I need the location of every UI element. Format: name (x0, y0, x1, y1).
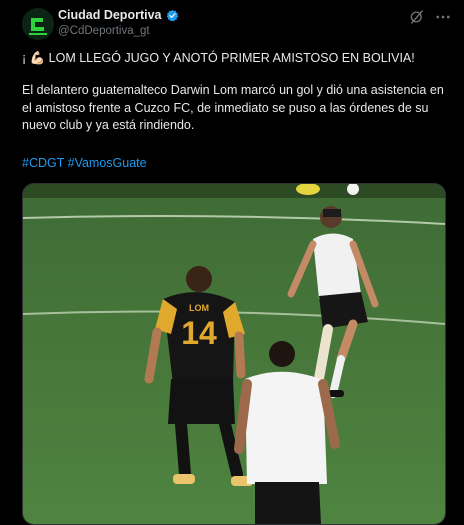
jersey-number: 14 (181, 315, 217, 351)
author-handle[interactable]: @CdDeportiva_gt (58, 25, 150, 37)
tweet-hashtags[interactable]: #CDGT #VamosGuate (22, 155, 450, 173)
author-avatar[interactable] (22, 8, 54, 40)
author-name[interactable]: Ciudad Deportiva (58, 8, 162, 22)
tweet-photo[interactable]: LOM 14 (22, 183, 446, 525)
grok-icon[interactable] (408, 8, 426, 26)
tweet-headline: ¡ 💪🏻 LOM LLEGÓ JUGO Y ANOTÓ PRIMER AMIST… (22, 51, 415, 65)
jersey-name: LOM (189, 303, 209, 313)
ciudad-deportiva-logo (22, 8, 54, 40)
verified-badge-icon (166, 9, 178, 21)
more-options-icon[interactable] (434, 8, 452, 26)
match-photo: LOM 14 (23, 184, 445, 524)
tweet-body: El delantero guatemalteco Darwin Lom mar… (22, 83, 444, 132)
